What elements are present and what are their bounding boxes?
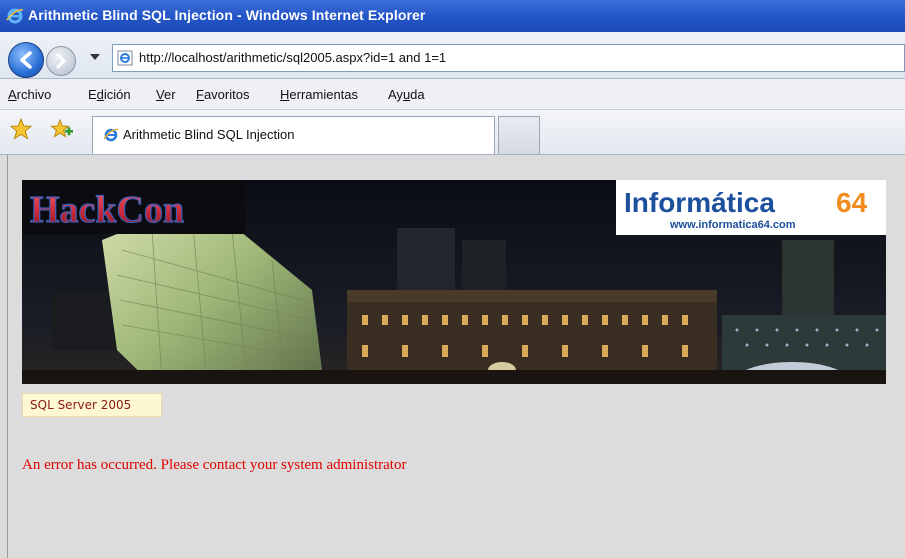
new-tab-button[interactable] xyxy=(498,116,540,154)
menu-item-herramientas[interactable]: Herramientas xyxy=(280,87,358,102)
recent-pages-dropdown[interactable] xyxy=(90,54,100,60)
back-arrow-icon xyxy=(20,51,32,69)
window-titlebar[interactable]: Arithmetic Blind SQL Injection - Windows… xyxy=(0,0,905,32)
informatica-logo-number: 64 xyxy=(836,187,868,218)
informatica-logo-url: www.informatica64.com xyxy=(669,219,796,231)
menu-bar xyxy=(0,79,905,110)
db-version-badge: SQL Server 2005 xyxy=(22,393,162,417)
menu-item-edicion[interactable]: Edición xyxy=(88,87,131,102)
header-banner: HackCon Informática 64 www.informatica64… xyxy=(22,180,886,384)
back-button[interactable] xyxy=(8,42,44,78)
tab-arithmetic[interactable]: Arithmetic Blind SQL Injection xyxy=(92,116,495,154)
forward-arrow-icon xyxy=(56,53,66,69)
db-version-label: SQL Server 2005 xyxy=(30,398,132,412)
favorites-star-icon[interactable] xyxy=(10,118,32,140)
hackcon-logo: HackCon xyxy=(22,180,245,234)
menu-item-ayuda[interactable]: Ayuda xyxy=(388,87,425,102)
menu-item-favoritos[interactable]: Favoritos xyxy=(196,87,249,102)
informatica-logo-text: Informática xyxy=(624,187,775,218)
menu-item-ver[interactable]: Ver xyxy=(156,87,176,102)
content-left-border xyxy=(0,155,8,558)
ie-logo-icon xyxy=(6,8,24,24)
window-title: Arithmetic Blind SQL Injection - Windows… xyxy=(28,7,426,23)
url-input[interactable]: http://localhost/arithmetic/sql2005.aspx… xyxy=(112,44,905,72)
url-text: http://localhost/arithmetic/sql2005.aspx… xyxy=(139,50,447,65)
forward-button[interactable] xyxy=(46,46,76,76)
error-message: An error has occurred. Please contact yo… xyxy=(22,457,407,473)
menu-item-archivo[interactable]: Archivo xyxy=(8,87,51,102)
hackcon-logo-text: HackCon xyxy=(30,189,184,231)
page-icon xyxy=(117,50,133,66)
informatica64-logo: Informática 64 www.informatica64.com xyxy=(616,180,886,235)
tab-label: Arithmetic Blind SQL Injection xyxy=(123,127,295,142)
add-favorite-icon[interactable] xyxy=(50,118,74,140)
ie-logo-icon xyxy=(103,128,119,142)
